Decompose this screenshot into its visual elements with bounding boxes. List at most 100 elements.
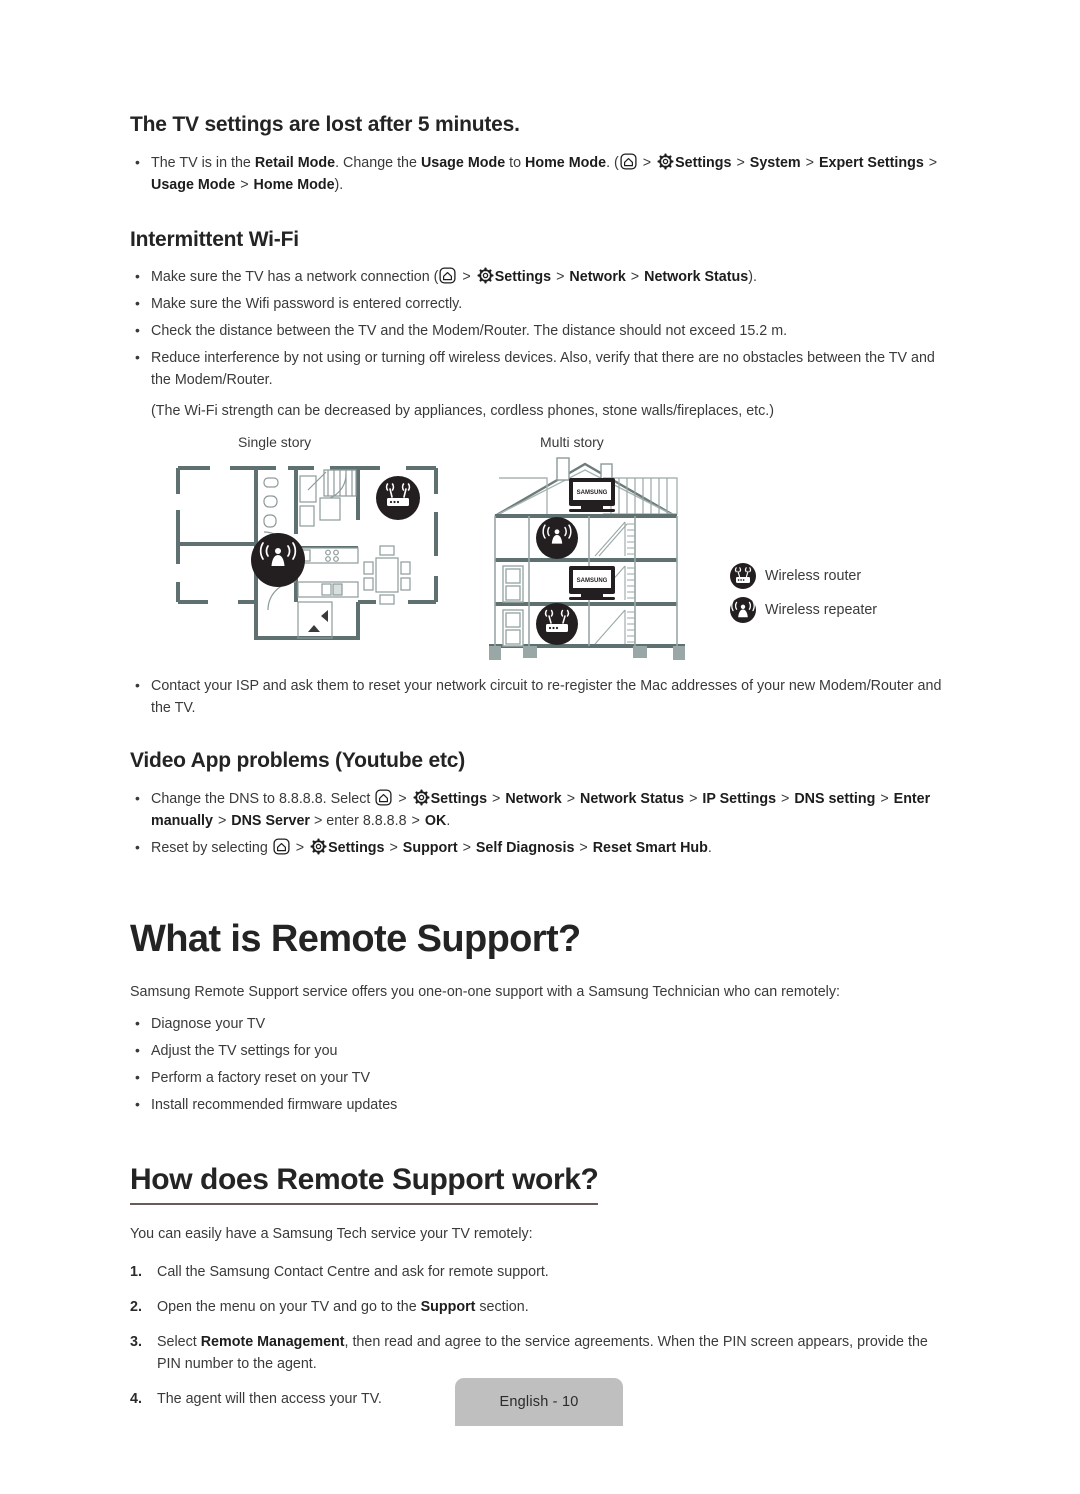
wireless-router-icon [730, 563, 756, 590]
gear-icon [657, 153, 674, 170]
emphasis-text: Settings [430, 790, 488, 807]
list-remote-support-capabilities: Diagnose your TV Adjust the TV settings f… [130, 1012, 945, 1116]
breadcrumb-separator: > [291, 839, 309, 856]
emphasis-text: Network [569, 269, 626, 286]
body-text: Check the distance between the TV and th… [151, 323, 788, 340]
numbered-list-item: 3. Select Remote Management, then read an… [130, 1331, 945, 1375]
list-item: Reduce interference by not using or turn… [130, 346, 945, 391]
legend-row-router: Wireless router [730, 559, 877, 593]
list-item: Reset by selecting > Settings > Support … [130, 836, 945, 859]
how-remote-support-intro: You can easily have a Samsung Tech servi… [130, 1225, 533, 1242]
wireless-repeater-icon-upper [536, 517, 578, 560]
emphasis-text: Usage Mode [151, 177, 236, 194]
step-number: 3. [130, 1333, 142, 1350]
home-icon [439, 267, 456, 284]
list-item: Adjust the TV settings for you [130, 1039, 945, 1062]
body-text: . [707, 839, 712, 856]
caption-single-story: Single story [238, 434, 312, 451]
emphasis-text: Support [420, 1298, 476, 1315]
list-item: Diagnose your TV [130, 1012, 945, 1035]
diagram-legend: Wireless router Wireless repeater [730, 559, 877, 627]
body-text: Install recommended firmware updates [151, 1097, 398, 1114]
body-text: Diagnose your TV [151, 1016, 266, 1033]
heading-how-remote-support-works: How does Remote Support work? [130, 1163, 599, 1205]
remote-support-intro: Samsung Remote Support service offers yo… [130, 984, 840, 1001]
single-story-floorplan [175, 465, 439, 641]
breadcrumb-separator: > [488, 790, 505, 807]
gear-icon [310, 838, 327, 855]
body-text: ). [334, 177, 344, 194]
body-text: Call the Samsung Contact Centre and ask … [157, 1263, 549, 1280]
emphasis-text: Settings [675, 155, 732, 172]
body-text: Make sure the Wifi password is entered c… [151, 296, 463, 313]
emphasis-text: Network Status [580, 790, 685, 807]
body-text: Change the DNS to 8.8.8.8. Select [151, 790, 375, 807]
breadcrumb-separator: > [876, 790, 893, 807]
breadcrumb-separator: > [575, 839, 592, 856]
wireless-repeater-icon [251, 533, 305, 588]
home-icon [620, 153, 637, 170]
breadcrumb-separator: > [777, 790, 794, 807]
page-content: The TV settings are lost after 5 minutes… [130, 0, 945, 1423]
list-intermittent-wifi: Make sure the TV has a network connectio… [130, 265, 945, 391]
body-text: ). [748, 269, 757, 286]
emphasis-text: Retail Mode [254, 155, 336, 172]
gear-icon [413, 789, 430, 806]
list-item: Make sure the TV has a network connectio… [130, 265, 945, 288]
body-text: The agent will then access your TV. [157, 1390, 382, 1407]
list-item: The TV is in the Retail Mode. Change the… [130, 151, 945, 196]
wireless-router-icon [376, 476, 420, 521]
list-video-app-problems: Change the DNS to 8.8.8.8. Select > Sett… [130, 787, 945, 859]
emphasis-text: Expert Settings [818, 155, 924, 172]
breadcrumb-separator: > [626, 269, 644, 286]
body-text: . [446, 812, 451, 829]
page-footer: English - 10 [455, 1378, 623, 1426]
list-item: Contact your ISP and ask them to reset y… [130, 674, 945, 719]
step-number: 2. [130, 1298, 142, 1315]
body-text: Perform a factory reset on your TV [151, 1070, 371, 1087]
list-item: Make sure the Wifi password is entered c… [130, 292, 945, 315]
breadcrumb-separator: > [458, 269, 475, 286]
emphasis-text: Network Status [644, 269, 749, 286]
emphasis-text: Network [505, 790, 562, 807]
caption-multi-story: Multi story [540, 434, 604, 451]
breadcrumb-separator: > [732, 155, 749, 172]
wifi-strength-note: (The Wi-Fi strength can be decreased by … [151, 403, 775, 420]
body-text: Contact your ISP and ask them to reset y… [151, 678, 942, 717]
heading-video-app-problems: Video App problems (Youtube etc) [130, 749, 466, 773]
numbered-list-item: 1. Call the Samsung Contact Centre and as… [130, 1261, 945, 1283]
emphasis-text: Remote Management [200, 1333, 345, 1350]
multi-story-section: SAMSUNG SAMSUNG [489, 457, 685, 661]
list-item: Install recommended firmware updates [130, 1093, 945, 1116]
breadcrumb-separator: > [394, 790, 411, 807]
breadcrumb-separator: > [638, 155, 656, 172]
body-text: section. [475, 1298, 529, 1315]
body-text: Reduce interference by not using or turn… [151, 350, 935, 389]
list-item: Check the distance between the TV and th… [130, 319, 945, 342]
emphasis-text: IP Settings [702, 790, 777, 807]
tv-brand-label-middle: SAMSUNG [577, 578, 608, 584]
body-text: Make sure the TV has a network connectio… [151, 269, 439, 286]
breadcrumb-separator: > [552, 269, 569, 286]
list-isp-contact: Contact your ISP and ask them to reset y… [130, 674, 945, 719]
body-text: Select [157, 1333, 201, 1350]
breadcrumb-separator: > [236, 177, 253, 194]
list-item: Perform a factory reset on your TV [130, 1066, 945, 1089]
emphasis-text: Home Mode [253, 177, 335, 194]
body-text: The TV is in the [151, 155, 255, 172]
wireless-repeater-icon [730, 597, 756, 624]
breadcrumb-separator: > [685, 790, 702, 807]
wireless-router-icon-ground [536, 603, 578, 646]
numbered-list-item: 2. Open the menu on your TV and go to the… [130, 1296, 945, 1318]
body-text: Adjust the TV settings for you [151, 1043, 338, 1060]
emphasis-text: Settings [328, 839, 385, 856]
legend-row-repeater: Wireless repeater [730, 593, 877, 627]
tv-brand-label-attic: SAMSUNG [577, 490, 608, 496]
manual-page: The TV settings are lost after 5 minutes… [0, 0, 1080, 1494]
home-icon [273, 838, 290, 855]
emphasis-text: Home Mode [525, 155, 607, 172]
tv-middle: SAMSUNG [569, 566, 615, 601]
breadcrumb-separator: > [801, 155, 818, 172]
legend-label-router: Wireless router [765, 568, 862, 585]
breadcrumb-separator: > [458, 839, 475, 856]
